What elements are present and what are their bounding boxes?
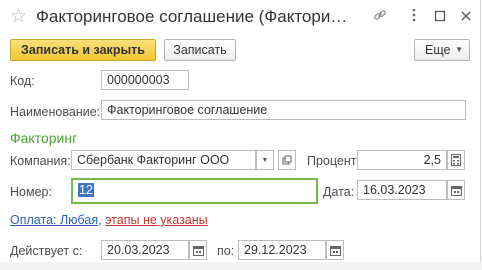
- star-icon[interactable]: ☆: [10, 7, 27, 27]
- date-field[interactable]: 16.03.2023: [357, 180, 447, 200]
- command-bar: Записать и закрыть Записать Еще ▼: [0, 36, 482, 64]
- number-label: Номер:: [10, 185, 52, 199]
- company-dropdown-button[interactable]: ▼: [256, 150, 274, 170]
- chevron-down-icon: ▼: [455, 45, 463, 54]
- number-value: 12: [78, 183, 94, 197]
- chevron-down-icon: ▼: [261, 157, 269, 164]
- close-icon[interactable]: [458, 8, 474, 26]
- title-bar: ☆ Факторинговое соглашение (Факторингово…: [0, 0, 482, 36]
- more-button-label: Еще: [425, 43, 451, 57]
- company-field[interactable]: Сбербанк Факторинг ООО: [71, 150, 256, 170]
- company-open-button[interactable]: [278, 150, 296, 170]
- valid-from-field[interactable]: 20.03.2023: [101, 240, 189, 260]
- window-title: Факторинговое соглашение (Факторинговое …: [36, 7, 356, 26]
- payment-link-part2: этапы не указаны: [105, 213, 208, 227]
- more-button[interactable]: Еще ▼: [414, 39, 470, 61]
- section-title-factoring: Факторинг: [10, 130, 78, 146]
- form-window: ☆ Факторинговое соглашение (Факторингово…: [0, 0, 482, 270]
- bottom-divider: [0, 262, 482, 270]
- valid-from-label: Действует с:: [10, 244, 83, 258]
- date-label: Дата:: [323, 185, 355, 199]
- more-vertical-icon[interactable]: [406, 8, 422, 26]
- valid-to-label: по:: [217, 244, 235, 258]
- payment-link-part1: Оплата: Любая,: [10, 213, 102, 227]
- valid-from-calendar-button[interactable]: [189, 240, 207, 260]
- save-button[interactable]: Записать: [164, 39, 236, 61]
- payment-stages-link[interactable]: Оплата: Любая, этапы не указаны: [10, 212, 208, 228]
- maximize-icon[interactable]: [432, 8, 448, 26]
- percent-label: Процент:: [307, 154, 360, 168]
- open-icon: [282, 155, 292, 165]
- name-label: Наименование:: [10, 105, 101, 119]
- calculator-icon: [451, 154, 461, 166]
- valid-to-field[interactable]: 29.12.2023: [238, 240, 326, 260]
- calendar-icon: [450, 186, 462, 196]
- number-field[interactable]: 12: [71, 178, 318, 204]
- code-label: Код:: [10, 74, 35, 88]
- valid-to-calendar-button[interactable]: [326, 240, 344, 260]
- name-field[interactable]: Факторинговое соглашение: [101, 100, 466, 120]
- calendar-icon: [192, 246, 204, 256]
- code-field[interactable]: 000000003: [101, 70, 189, 90]
- calendar-icon: [329, 246, 341, 256]
- date-calendar-button[interactable]: [447, 180, 465, 200]
- link-icon[interactable]: [372, 8, 388, 26]
- percent-field[interactable]: 2,5: [357, 150, 447, 170]
- calculator-button[interactable]: [447, 150, 465, 170]
- save-and-close-button[interactable]: Записать и закрыть: [10, 39, 156, 61]
- company-label: Компания:: [10, 154, 71, 168]
